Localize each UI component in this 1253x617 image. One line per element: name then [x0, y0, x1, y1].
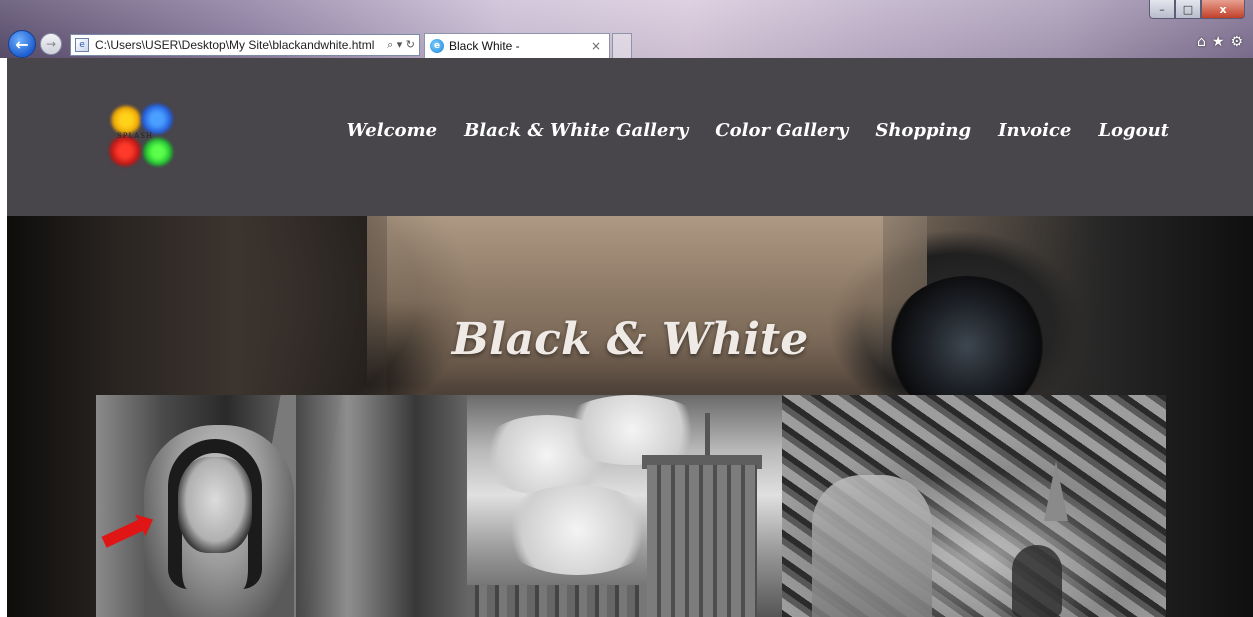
tab-title: Black White -	[449, 39, 520, 53]
site-header: SPLASH Welcome Black & White Gallery Col…	[7, 58, 1253, 216]
alley-background	[296, 395, 467, 617]
back-button[interactable]: ←	[8, 30, 36, 58]
nav-welcome[interactable]: Welcome	[347, 120, 438, 141]
red-arrow-icon	[101, 518, 147, 548]
new-tab-button[interactable]	[612, 33, 632, 58]
nav-color-gallery[interactable]: Color Gallery	[715, 120, 848, 141]
page-icon: e	[75, 38, 89, 52]
address-url[interactable]: C:\Users\USER\Desktop\My Site\blackandwh…	[95, 38, 383, 52]
address-bar[interactable]: e C:\Users\USER\Desktop\My Site\blackand…	[70, 34, 420, 56]
toolbar-icons: ⌂ ★ ⚙	[1197, 34, 1243, 50]
tab-black-white[interactable]: e Black White - ×	[424, 33, 610, 58]
favorites-icon[interactable]: ★	[1212, 34, 1225, 50]
minimize-button[interactable]: –	[1149, 0, 1175, 19]
building-spire	[705, 413, 710, 457]
person-figure	[1012, 545, 1062, 617]
nav-black-white-gallery[interactable]: Black & White Gallery	[464, 120, 688, 141]
address-controls[interactable]: ⌕ ▾ ↻	[383, 38, 419, 52]
nav-logout[interactable]: Logout	[1098, 120, 1169, 141]
window-controls: – □ x	[1149, 0, 1245, 19]
browser-chrome: – □ x ← → e C:\Users\USER\Desktop\My Sit…	[0, 0, 1253, 58]
logo-yellow-splash	[111, 106, 141, 134]
building	[647, 465, 757, 617]
close-window-button[interactable]: x	[1201, 0, 1245, 19]
church-reflection	[812, 475, 932, 617]
nav-shopping[interactable]: Shopping	[875, 120, 971, 141]
face	[178, 457, 252, 553]
gallery-photo-girl-alley[interactable]	[96, 395, 467, 617]
site-logo[interactable]: SPLASH	[105, 102, 179, 172]
gallery-photo-cobblestone-reflection[interactable]	[782, 395, 1166, 617]
maximize-button[interactable]: □	[1175, 0, 1201, 19]
nav-invoice[interactable]: Invoice	[998, 120, 1071, 141]
church-spire	[1044, 461, 1068, 521]
logo-red-splash	[109, 136, 141, 166]
forward-button[interactable]: →	[40, 33, 62, 55]
cloud	[497, 485, 657, 575]
hero-section: Black & White	[7, 216, 1253, 617]
home-icon[interactable]: ⌂	[1197, 34, 1206, 50]
tab-close-icon[interactable]: ×	[591, 39, 609, 53]
ie-icon: e	[430, 39, 444, 53]
main-nav: Welcome Black & White Gallery Color Gall…	[347, 120, 1169, 141]
gallery-strip	[96, 395, 1166, 617]
gallery-photo-building-clouds[interactable]	[467, 395, 782, 617]
tools-icon[interactable]: ⚙	[1230, 34, 1243, 50]
logo-blue-splash	[141, 104, 173, 134]
city-skyline	[467, 585, 647, 617]
hero-title: Black & White	[451, 314, 809, 365]
logo-green-splash	[143, 138, 173, 166]
logo-text: SPLASH	[117, 132, 154, 140]
